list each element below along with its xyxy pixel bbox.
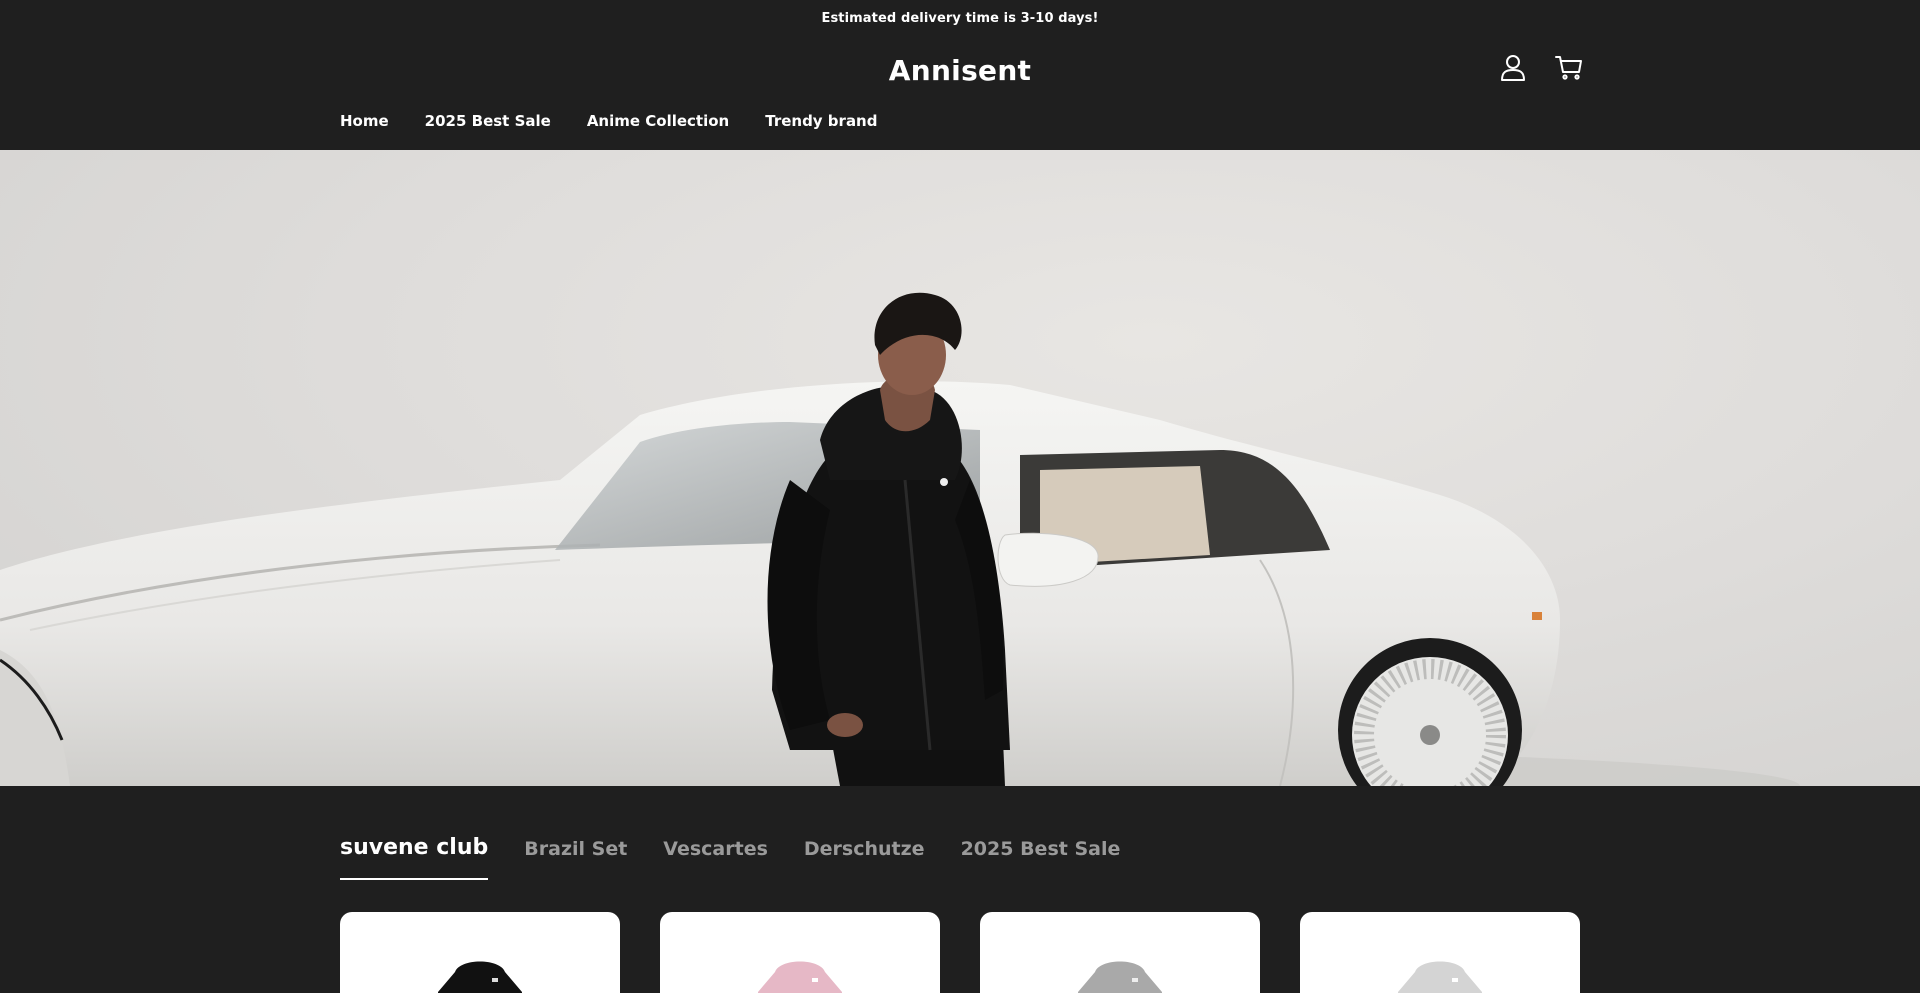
product-card[interactable] (980, 912, 1260, 993)
product-card[interactable] (660, 912, 940, 993)
collections-section: suvene club Brazil Set Vescartes Derschu… (0, 786, 1920, 993)
tab-brazil-set[interactable]: Brazil Set (524, 838, 627, 880)
nav-item-anime-collection[interactable]: Anime Collection (587, 112, 729, 130)
cart-icon[interactable] (1554, 53, 1584, 83)
nav-item-best-sale[interactable]: 2025 Best Sale (425, 112, 551, 130)
tab-2025-best-sale[interactable]: 2025 Best Sale (961, 838, 1121, 880)
announcement-bar: Estimated delivery time is 3-10 days! (0, 0, 1920, 36)
account-icon[interactable] (1498, 53, 1528, 83)
nav-item-home[interactable]: Home (340, 112, 389, 130)
tab-suvene-club[interactable]: suvene club (340, 835, 489, 880)
collection-tabs: suvene club Brazil Set Vescartes Derschu… (340, 835, 1120, 880)
product-card[interactable] (1300, 912, 1580, 993)
product-card[interactable] (340, 912, 620, 993)
nav-item-trendy-brand[interactable]: Trendy brand (765, 112, 877, 130)
tab-vescartes[interactable]: Vescartes (663, 838, 768, 880)
header-icons (1498, 53, 1584, 83)
product-grid (340, 912, 1580, 993)
hoodie-grey-image (1078, 961, 1162, 993)
hero-banner[interactable] (0, 150, 1920, 786)
hoodie-pink-image (758, 961, 842, 993)
hero-image (0, 292, 1800, 786)
tab-derschutze[interactable]: Derschutze (804, 838, 925, 880)
hoodie-light-grey-image (1398, 961, 1482, 993)
hoodie-black-image (438, 961, 522, 993)
announcement-text: Estimated delivery time is 3-10 days! (821, 10, 1099, 26)
main-nav: Home 2025 Best Sale Anime Collection Tre… (340, 112, 877, 130)
brand-logo: Annisent (0, 54, 1920, 87)
site-header: Annisent Home 2025 Best Sale Anime Colle… (0, 36, 1920, 142)
brand-link[interactable]: Annisent (889, 54, 1032, 87)
